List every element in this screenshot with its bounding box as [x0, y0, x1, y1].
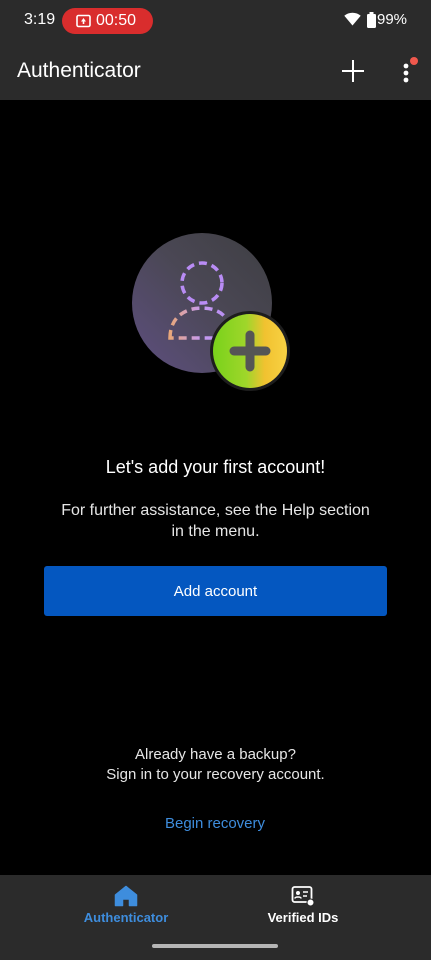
home-icon: [114, 885, 138, 907]
more-options-icon[interactable]: [396, 57, 420, 85]
begin-recovery-link[interactable]: Begin recovery: [115, 815, 315, 832]
wifi-icon: [344, 12, 361, 26]
home-indicator[interactable]: [152, 944, 278, 948]
empty-state-heading: Let's add your first account!: [105, 457, 326, 477]
screen-record-indicator[interactable]: 00:50: [62, 8, 153, 34]
battery-percentage: 99%: [377, 11, 408, 28]
status-bar: 3:19 00:50 99%: [0, 0, 431, 42]
nav-label-verified-ids: Verified IDs: [267, 910, 339, 925]
recording-time: 00:50: [96, 12, 137, 29]
add-icon[interactable]: [341, 59, 365, 83]
status-time: 3:19: [24, 11, 56, 28]
battery-icon: [367, 12, 376, 28]
add-account-illustration: [132, 233, 290, 391]
backup-prompt: Already have a backup? Sign in to your r…: [60, 745, 371, 785]
backup-prompt-line2: Sign in to your recovery account.: [106, 766, 325, 783]
screen-record-icon: [76, 14, 91, 28]
verified-id-icon: [291, 886, 315, 907]
app-bar: Authenticator: [0, 42, 431, 100]
nav-item-authenticator[interactable]: Authenticator: [36, 885, 216, 925]
empty-state-help-text: For further assistance, see the Help sec…: [61, 502, 370, 540]
add-account-button[interactable]: Add account: [44, 566, 387, 616]
bottom-navigation: Authenticator Verified IDs: [0, 875, 431, 960]
page-title: Authenticator: [17, 59, 141, 82]
backup-prompt-line1: Already have a backup?: [135, 746, 296, 763]
nav-label-authenticator: Authenticator: [83, 910, 169, 925]
nav-item-verified-ids[interactable]: Verified IDs: [213, 885, 393, 925]
